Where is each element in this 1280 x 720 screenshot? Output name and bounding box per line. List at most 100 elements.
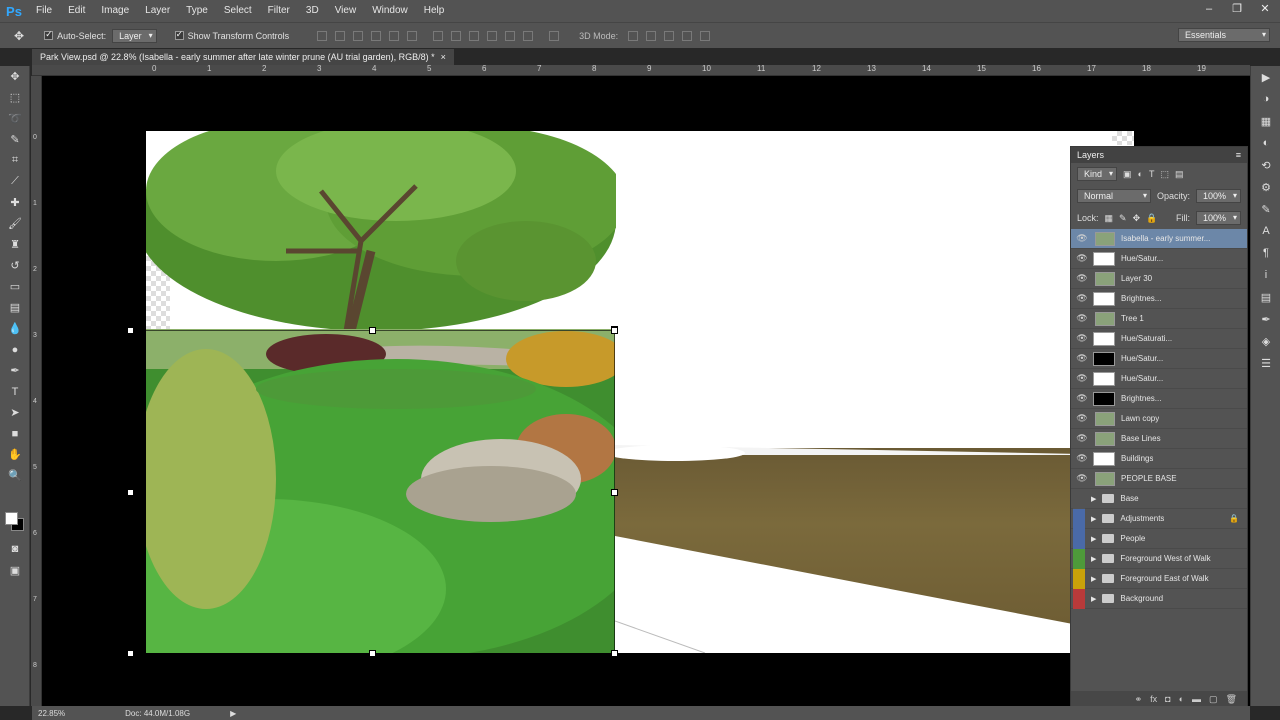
layer-group-row[interactable]: ▶ Foreground East of Walk <box>1071 568 1247 589</box>
auto-select-dropdown[interactable]: Layer <box>112 28 157 43</box>
status-menu-icon[interactable]: ▶ <box>230 709 236 718</box>
3d-slide-icon[interactable] <box>682 30 693 41</box>
delete-layer-icon[interactable]: 🗑 <box>1226 694 1237 705</box>
zoom-tool-icon[interactable]: 🔍 <box>0 465 30 486</box>
menu-3d[interactable]: 3D <box>298 0 327 22</box>
layer-mask-thumbnail[interactable] <box>1093 371 1115 386</box>
visibility-eye-icon[interactable]: 👁 <box>1075 333 1089 344</box>
expand-group-icon[interactable]: ▶ <box>1091 515 1096 523</box>
distribute-top-icon[interactable] <box>433 30 444 41</box>
expand-group-icon[interactable]: ▶ <box>1091 575 1096 583</box>
menu-edit[interactable]: Edit <box>60 0 93 22</box>
fill-field[interactable]: 100% <box>1195 211 1241 225</box>
3d-rotate-icon[interactable] <box>628 30 639 41</box>
paths-panel-icon[interactable]: ✒ <box>1251 308 1280 330</box>
lock-all-icon[interactable]: 🔒 <box>1146 213 1157 224</box>
align-left-icon[interactable] <box>371 30 382 41</box>
character-panel-icon[interactable]: A <box>1251 220 1280 242</box>
filter-smart-icon[interactable]: ▤ <box>1175 169 1184 180</box>
filter-pixel-icon[interactable]: ▣ <box>1123 169 1132 180</box>
visibility-eye-icon[interactable]: 👁 <box>1075 353 1089 364</box>
blur-tool-icon[interactable]: 💧 <box>0 318 30 339</box>
paragraph-panel-icon[interactable]: ¶ <box>1251 242 1280 264</box>
new-adjustment-icon[interactable]: ◐ <box>1179 694 1184 704</box>
pen-tool-icon[interactable]: ✒ <box>0 360 30 381</box>
new-layer-icon[interactable]: ▢ <box>1209 694 1218 705</box>
filter-shape-icon[interactable]: ⬚ <box>1160 169 1169 180</box>
menu-filter[interactable]: Filter <box>260 0 298 22</box>
expand-group-icon[interactable]: ▶ <box>1091 595 1096 603</box>
path-select-icon[interactable]: ➤ <box>0 402 30 423</box>
layer-thumbnail[interactable] <box>1095 311 1115 326</box>
menu-type[interactable]: Type <box>178 0 216 22</box>
show-transform-toggle[interactable]: Show Transform Controls <box>174 29 289 41</box>
visibility-eye-icon[interactable]: 👁 <box>1075 413 1089 424</box>
layer-row[interactable]: 👁 Hue/Satur... <box>1071 349 1247 369</box>
layer-group-row[interactable]: ▶ Base <box>1071 488 1247 509</box>
dodge-tool-icon[interactable]: ● <box>0 339 30 360</box>
visibility-eye-icon[interactable]: 👁 <box>1075 373 1089 384</box>
history-brush-icon[interactable]: ↺ <box>0 255 30 276</box>
visibility-eye-icon[interactable]: 👁 <box>1075 433 1089 444</box>
clone-stamp-icon[interactable]: ♜ <box>0 234 30 255</box>
link-layers-icon[interactable]: ⚭ <box>1135 694 1143 705</box>
transform-handle-br[interactable] <box>611 650 618 657</box>
move-tool-icon[interactable]: ✥ <box>0 66 30 87</box>
visibility-eye-icon[interactable]: 👁 <box>1075 273 1089 284</box>
show-transform-checkbox[interactable] <box>174 29 184 40</box>
close-tab-icon[interactable]: × <box>441 49 446 65</box>
distribute-right-icon[interactable] <box>523 30 534 41</box>
document-tab[interactable]: Park View.psd @ 22.8% (Isabella - early … <box>32 49 454 65</box>
zoom-level[interactable]: 22.85% <box>38 709 65 718</box>
distribute-hcenter-icon[interactable] <box>505 30 516 41</box>
layer-mask-thumbnail[interactable] <box>1093 291 1115 306</box>
kind-filter-dropdown[interactable]: Kind <box>1077 167 1118 181</box>
color-panel-icon[interactable]: ◑ <box>1251 88 1280 110</box>
hand-tool-icon[interactable]: ✋ <box>0 444 30 465</box>
properties-panel-icon[interactable]: ⚙ <box>1251 176 1280 198</box>
lock-move-icon[interactable]: ✥ <box>1133 213 1141 224</box>
brush-tool-icon[interactable]: 🖌 <box>0 213 30 234</box>
transform-handle-ml[interactable] <box>127 489 134 496</box>
layer-row[interactable]: 👁 Hue/Satur... <box>1071 249 1247 269</box>
layer-thumbnail[interactable] <box>1095 271 1115 286</box>
restore-icon[interactable]: ❐ <box>1230 2 1244 16</box>
expand-group-icon[interactable]: ▶ <box>1091 495 1096 503</box>
layer-row[interactable]: 👁 Lawn copy <box>1071 409 1247 429</box>
visibility-eye-icon[interactable]: 👁 <box>1075 313 1089 324</box>
transform-handle-tr[interactable] <box>611 327 618 334</box>
minimize-icon[interactable]: – <box>1202 2 1216 16</box>
quick-mask-icon[interactable]: ◙ <box>0 538 30 559</box>
auto-align-icon[interactable] <box>549 30 560 41</box>
shape-tool-icon[interactable]: ■ <box>0 423 30 444</box>
menu-layer[interactable]: Layer <box>137 0 178 22</box>
distribute-bottom-icon[interactable] <box>469 30 480 41</box>
layer-row[interactable]: 👁 Base Lines <box>1071 429 1247 449</box>
layer-thumbnail[interactable] <box>1095 411 1115 426</box>
lasso-tool-icon[interactable]: ➰ <box>0 108 30 129</box>
info-panel-icon[interactable]: i <box>1251 264 1280 286</box>
layer-row[interactable]: 👁 Brightnes... <box>1071 389 1247 409</box>
menu-window[interactable]: Window <box>364 0 416 22</box>
align-top-icon[interactable] <box>317 30 328 41</box>
3d-panel-icon[interactable]: ◈ <box>1251 330 1280 352</box>
blend-mode-dropdown[interactable]: Normal <box>1077 189 1151 203</box>
visibility-eye-icon[interactable]: 👁 <box>1075 253 1089 264</box>
3d-roll-icon[interactable] <box>646 30 657 41</box>
visibility-eye-icon[interactable]: 👁 <box>1075 473 1089 484</box>
layer-row[interactable]: 👁 Layer 30 <box>1071 269 1247 289</box>
filter-adjust-icon[interactable]: ◐ <box>1138 169 1143 179</box>
history-panel-icon[interactable]: ⟲ <box>1251 154 1280 176</box>
3d-scale-icon[interactable] <box>700 30 711 41</box>
transform-handle-tl[interactable] <box>127 327 134 334</box>
screen-mode-icon[interactable]: ▣ <box>0 560 30 581</box>
layer-mask-thumbnail[interactable] <box>1093 331 1115 346</box>
expand-group-icon[interactable]: ▶ <box>1091 535 1096 543</box>
crop-tool-icon[interactable]: ⌗ <box>0 150 30 171</box>
new-group-icon[interactable]: ▬ <box>1192 694 1201 704</box>
layer-row[interactable]: 👁 Hue/Satur... <box>1071 369 1247 389</box>
distribute-left-icon[interactable] <box>487 30 498 41</box>
expand-group-icon[interactable]: ▶ <box>1091 555 1096 563</box>
panel-menu-icon[interactable]: ≡ <box>1236 150 1241 160</box>
eyedropper-tool-icon[interactable]: ⟋ <box>0 171 30 192</box>
